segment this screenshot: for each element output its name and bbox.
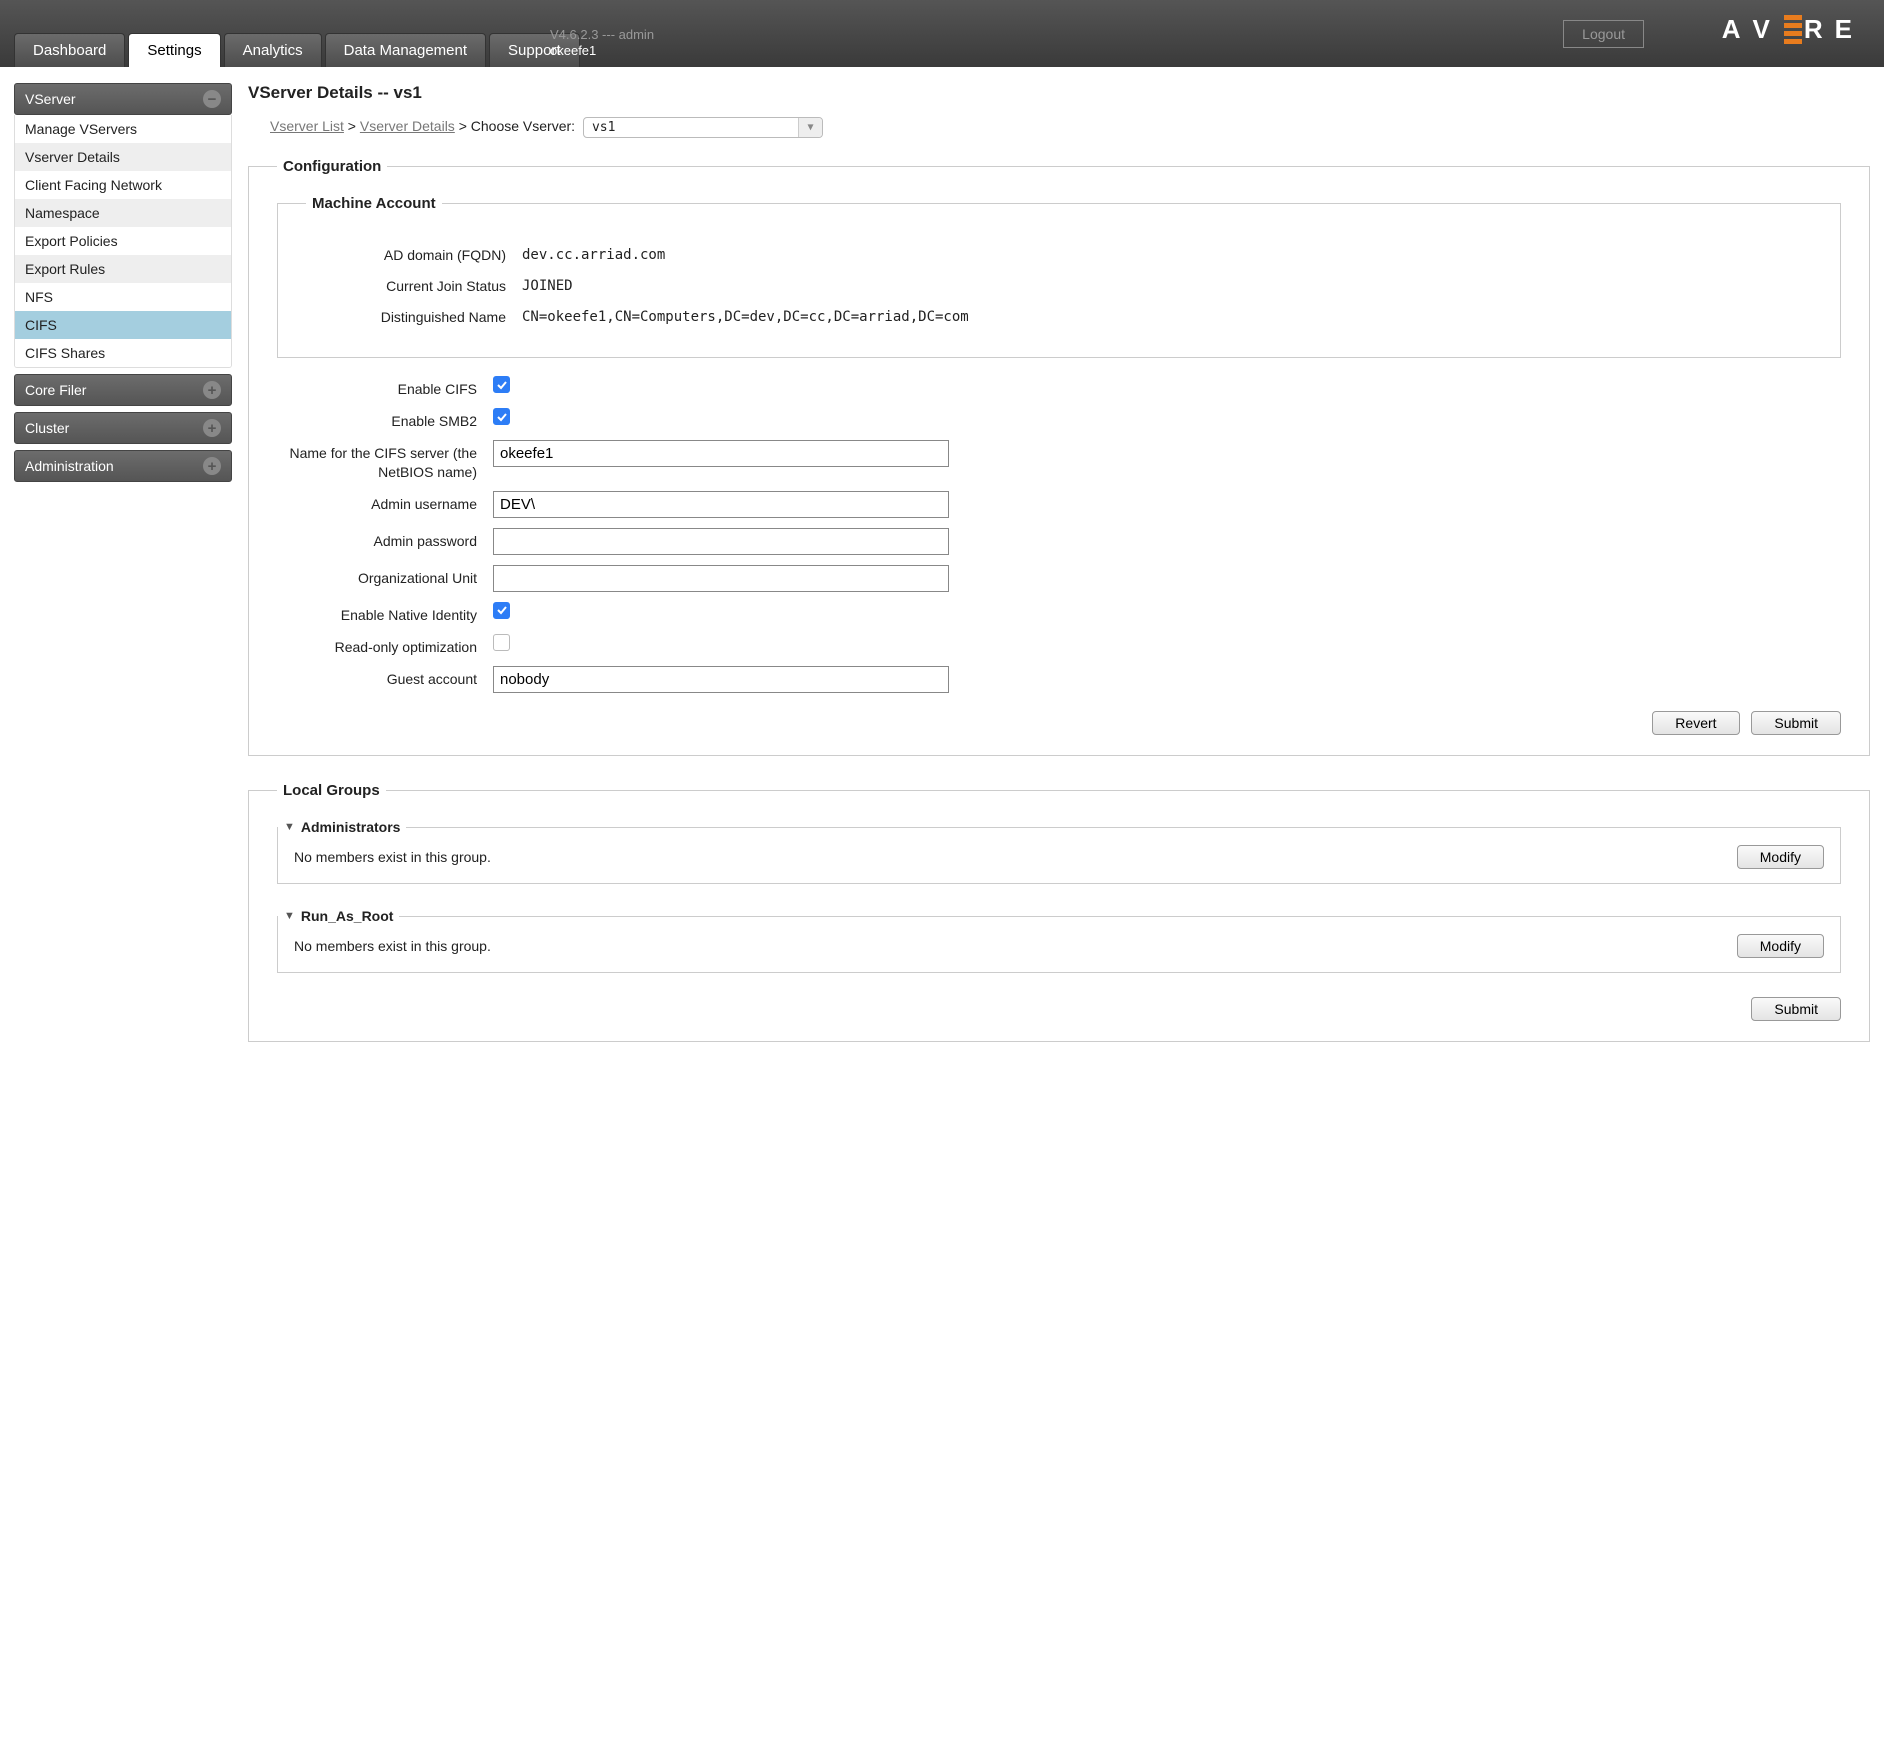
sidebar-section-vserver-label: VServer [25,91,76,107]
admin-pass-label: Admin password [277,528,477,550]
native-identity-checkbox[interactable] [493,602,510,619]
sidebar-section-core-filer-label: Core Filer [25,382,86,398]
join-status-value: JOINED [522,275,1812,294]
administrators-title: Administrators [301,819,401,835]
sidebar-item-export-rules[interactable]: Export Rules [15,255,231,283]
administrators-modify-button[interactable]: Modify [1737,845,1824,869]
nav-tabs: Dashboard Settings Analytics Data Manage… [14,33,583,67]
readonly-label: Read-only optimization [277,634,477,656]
readonly-checkbox[interactable] [493,634,510,651]
admin-user-label: Admin username [277,491,477,513]
sidebar-section-core-filer[interactable]: Core Filer + [14,374,232,406]
sidebar: VServer − Manage VServers Vserver Detail… [14,83,232,1068]
breadcrumb: Vserver List > Vserver Details > Choose … [270,117,1870,138]
sidebar-item-cifs[interactable]: CIFS [15,311,231,339]
minus-icon: − [203,90,221,108]
tab-dashboard[interactable]: Dashboard [14,33,125,67]
vserver-select[interactable]: vs1 ▼ [583,117,823,138]
plus-icon: + [203,419,221,437]
dn-value: CN=okeefe1,CN=Computers,DC=dev,DC=cc,DC=… [522,306,1812,325]
administrators-legend[interactable]: ▼ Administrators [278,819,406,835]
sidebar-item-export-policies[interactable]: Export Policies [15,227,231,255]
run-as-root-empty-msg: No members exist in this group. [294,938,491,954]
run-as-root-modify-button[interactable]: Modify [1737,934,1824,958]
guest-input[interactable] [493,666,949,693]
triangle-down-icon: ▼ [284,910,295,922]
top-bar: Dashboard Settings Analytics Data Manage… [0,0,1884,67]
sidebar-item-manage-vservers[interactable]: Manage VServers [15,115,231,143]
tab-analytics[interactable]: Analytics [224,33,322,67]
sidebar-item-nfs[interactable]: NFS [15,283,231,311]
ad-domain-value: dev.cc.arriad.com [522,244,1812,263]
sidebar-item-client-facing-network[interactable]: Client Facing Network [15,171,231,199]
top-info: V4.6.2.3 --- admin okeefe1 [550,27,654,59]
plus-icon: + [203,381,221,399]
triangle-down-icon: ▼ [284,821,295,833]
configuration-fieldset: Configuration Machine Account AD domain … [248,158,1870,756]
sidebar-section-administration-label: Administration [25,458,114,474]
ou-label: Organizational Unit [277,565,477,587]
enable-smb2-label: Enable SMB2 [277,408,477,430]
logout-button[interactable]: Logout [1563,20,1644,48]
ad-domain-label: AD domain (FQDN) [306,244,506,263]
machine-account-legend: Machine Account [306,195,442,212]
logo-e2: E [1835,14,1864,45]
machine-account-fieldset: Machine Account AD domain (FQDN) dev.cc.… [277,195,1841,358]
logo-v: V [1753,14,1782,45]
enable-smb2-checkbox[interactable] [493,408,510,425]
enable-cifs-checkbox[interactable] [493,376,510,393]
logo-a: A [1722,14,1753,45]
sidebar-section-administration[interactable]: Administration + [14,450,232,482]
join-status-label: Current Join Status [306,275,506,294]
sidebar-section-cluster[interactable]: Cluster + [14,412,232,444]
local-groups-submit-button[interactable]: Submit [1751,997,1841,1021]
local-groups-fieldset: Local Groups ▼ Administrators No members… [248,782,1870,1042]
content: VServer Details -- vs1 Vserver List > Vs… [248,83,1870,1068]
version-line: V4.6.2.3 --- admin [550,27,654,43]
administrators-group: ▼ Administrators No members exist in thi… [277,819,1841,884]
run-as-root-legend[interactable]: ▼ Run_As_Root [278,908,399,924]
page-title: VServer Details -- vs1 [248,83,1870,103]
breadcrumb-vserver-details[interactable]: Vserver Details [360,118,455,134]
run-as-root-group: ▼ Run_As_Root No members exist in this g… [277,908,1841,973]
administrators-empty-msg: No members exist in this group. [294,849,491,865]
netbios-input[interactable] [493,440,949,467]
tab-settings[interactable]: Settings [128,33,220,67]
logo-e-icon [1784,15,1802,44]
dropdown-icon: ▼ [798,118,822,137]
sidebar-item-namespace[interactable]: Namespace [15,199,231,227]
logo: A V R E [1722,14,1864,45]
sidebar-vserver-items: Manage VServers Vserver Details Client F… [14,115,232,368]
breadcrumb-vserver-list[interactable]: Vserver List [270,118,344,134]
dn-label: Distinguished Name [306,306,506,325]
configuration-legend: Configuration [277,158,387,175]
sidebar-section-vserver[interactable]: VServer − [14,83,232,115]
logo-r: R [1804,14,1835,45]
sidebar-item-cifs-shares[interactable]: CIFS Shares [15,339,231,367]
admin-user-input[interactable] [493,491,949,518]
admin-pass-input[interactable] [493,528,949,555]
native-identity-label: Enable Native Identity [277,602,477,624]
ou-input[interactable] [493,565,949,592]
cluster-name: okeefe1 [550,43,654,59]
enable-cifs-label: Enable CIFS [277,376,477,398]
tab-data-management[interactable]: Data Management [325,33,486,67]
plus-icon: + [203,457,221,475]
netbios-label: Name for the CIFS server (the NetBIOS na… [277,440,477,480]
guest-label: Guest account [277,666,477,688]
submit-button[interactable]: Submit [1751,711,1841,735]
revert-button[interactable]: Revert [1652,711,1739,735]
vserver-select-value: vs1 [592,120,615,135]
sidebar-item-vserver-details[interactable]: Vserver Details [15,143,231,171]
local-groups-legend: Local Groups [277,782,386,799]
breadcrumb-choose-label: Choose Vserver: [471,118,575,134]
run-as-root-title: Run_As_Root [301,908,394,924]
sidebar-section-cluster-label: Cluster [25,420,69,436]
